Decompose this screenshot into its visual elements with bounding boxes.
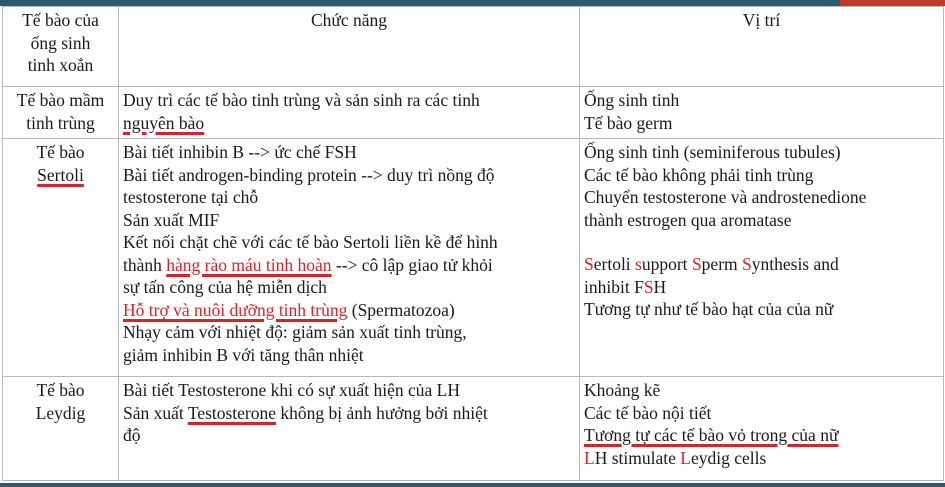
location-cell: Ống sinh tinh Tế bào germ [579,86,944,139]
highlight-blood-testis-barrier: hàng rào máu tinh hoàn [166,254,332,275]
text-run: upport [641,254,692,274]
location-line: Tương tự như tế bào hạt của của nữ [584,299,834,319]
header-text: Vị trí [742,10,781,30]
row-label-text: tinh trùng [26,112,95,133]
highlight-testosterone: Testosterone [187,402,277,423]
function-line: Kết nối chặt chẽ với các tế bào Sertoli … [123,232,498,252]
text-run: eydig cells [690,447,767,468]
function-line: Sản xuất Testosterone không bị ảnh hưởng… [123,402,575,425]
table-row-leydig: Tế bào Leydig Bài tiết Testosterone khi … [2,376,944,481]
header-text: Chức năng [310,10,388,30]
location-cell: Ống sinh tinh (seminiferous tubules) Các… [579,138,944,377]
text-run: inhibit F [584,276,644,297]
location-line: Tế bào germ [584,112,673,133]
location-line: Ống sinh tinh [584,90,680,110]
row-label-cell: Tế bào Sertoli [2,138,119,377]
function-line: Bài tiết inhibin B --> ức chế FSH [123,142,357,162]
function-line: Duy trì các tế bào tinh trùng và sản sin… [123,90,480,110]
table-header-row: Tế bào của ống sinh tinh xoắn Chức năng … [2,6,944,87]
highlight-support-nourish: Hỗ trợ và nuôi dưỡng tinh trùng [123,299,348,320]
function-line: giảm inhibin B với tăng thân nhiệt [123,344,364,365]
text-run: H stimulate [594,447,681,468]
location-line: Tương tự các tế bào vỏ trong của nữ [584,425,839,445]
mnemonic-letter: S [691,254,702,274]
bottom-frame-bar [0,483,945,487]
function-line: nguyên bào [123,112,205,133]
location-line: Khoảng kẽ [584,380,661,400]
mnemonic-letter: S [742,254,752,274]
text-run: Sản xuất [123,402,188,423]
text-run: --> cô lập giao tử khỏi [331,254,493,275]
text-run: perm [701,254,743,274]
function-line: Bài tiết Testosterone khi có sự xuất hiệ… [123,380,460,400]
function-line: thành hàng rào máu tinh hoàn --> cô lập … [123,254,575,277]
row-label-text: Tế bào mầm [16,90,105,110]
mnemonic-letter: L [680,447,691,468]
header-text: Tế bào của [22,10,99,30]
physiology-table: Tế bào của ống sinh tinh xoắn Chức năng … [2,6,944,481]
mnemonic-line: Sertoli support Sperm Synthesis and [584,253,939,276]
row-label-text: Tế bào [36,142,85,162]
mnemonic-line: inhibit FSH [584,276,939,299]
header-text: ống sinh [30,32,91,53]
row-label-cell: Tế bào mầm tinh trùng [2,86,119,139]
text-run: không bị ảnh hưởng bởi nhiệt [276,402,488,423]
row-label-cell: Tế bào Leydig [2,376,119,481]
mnemonic-letter: S [643,276,654,297]
mnemonic-letter: S [584,254,594,274]
row-label-text: Sertoli [7,164,114,187]
location-line: Chuyển testosterone và androstenedione [584,187,867,207]
mnemonic-letter: L [584,447,595,468]
table-row-germ-cell: Tế bào mầm tinh trùng Duy trì các tế bào… [2,86,944,139]
location-line: Ống sinh tinh (seminiferous tubules) [584,142,841,162]
header-text: tinh xoắn [27,55,94,75]
function-line: Nhạy cảm với nhiệt độ: giảm sản xuất tin… [123,322,467,342]
table-row-sertoli: Tế bào Sertoli Bài tiết inhibin B --> ức… [2,138,944,377]
function-cell: Duy trì các tế bào tinh trùng và sản sin… [118,86,580,139]
function-cell: Bài tiết inhibin B --> ức chế FSH Bài ti… [118,138,580,377]
function-cell: Bài tiết Testosterone khi có sự xuất hiệ… [118,376,580,481]
text-run: ynthesis and [751,254,839,274]
header-cell-location: Vị trí [579,6,944,87]
row-label-underlined: Sertoli [37,164,84,185]
location-line: Các tế bào không phải tinh trùng [584,164,814,185]
row-label-text: Leydig [35,402,86,423]
location-cell: Khoảng kẽ Các tế bào nội tiết Tương tự c… [579,376,944,481]
header-cell-cell-type: Tế bào của ống sinh tinh xoắn [2,6,119,87]
location-line: thành estrogen qua aromatase [584,209,792,230]
function-line: độ [123,425,141,445]
row-label-text: Tế bào [36,380,85,400]
text-run: (Spermatozoa) [347,299,455,320]
location-line: Các tế bào nội tiết [584,402,712,423]
function-line: Bài tiết androgen-binding protein --> du… [123,164,495,185]
mnemonic-letter: s [635,254,642,274]
text-run: thành [123,254,167,275]
text-run: H [653,276,667,297]
function-line: sự tấn công của hệ miễn dịch [123,277,327,297]
function-line: Sản xuất MIF [123,209,220,230]
text-run: ertoli [593,254,636,274]
function-line: Hỗ trợ và nuôi dưỡng tinh trùng (Spermat… [123,299,575,322]
function-line: testosterone tại chỗ [123,187,259,207]
mnemonic-line: LH stimulate Leydig cells [584,447,939,470]
header-cell-function: Chức năng [118,6,580,87]
